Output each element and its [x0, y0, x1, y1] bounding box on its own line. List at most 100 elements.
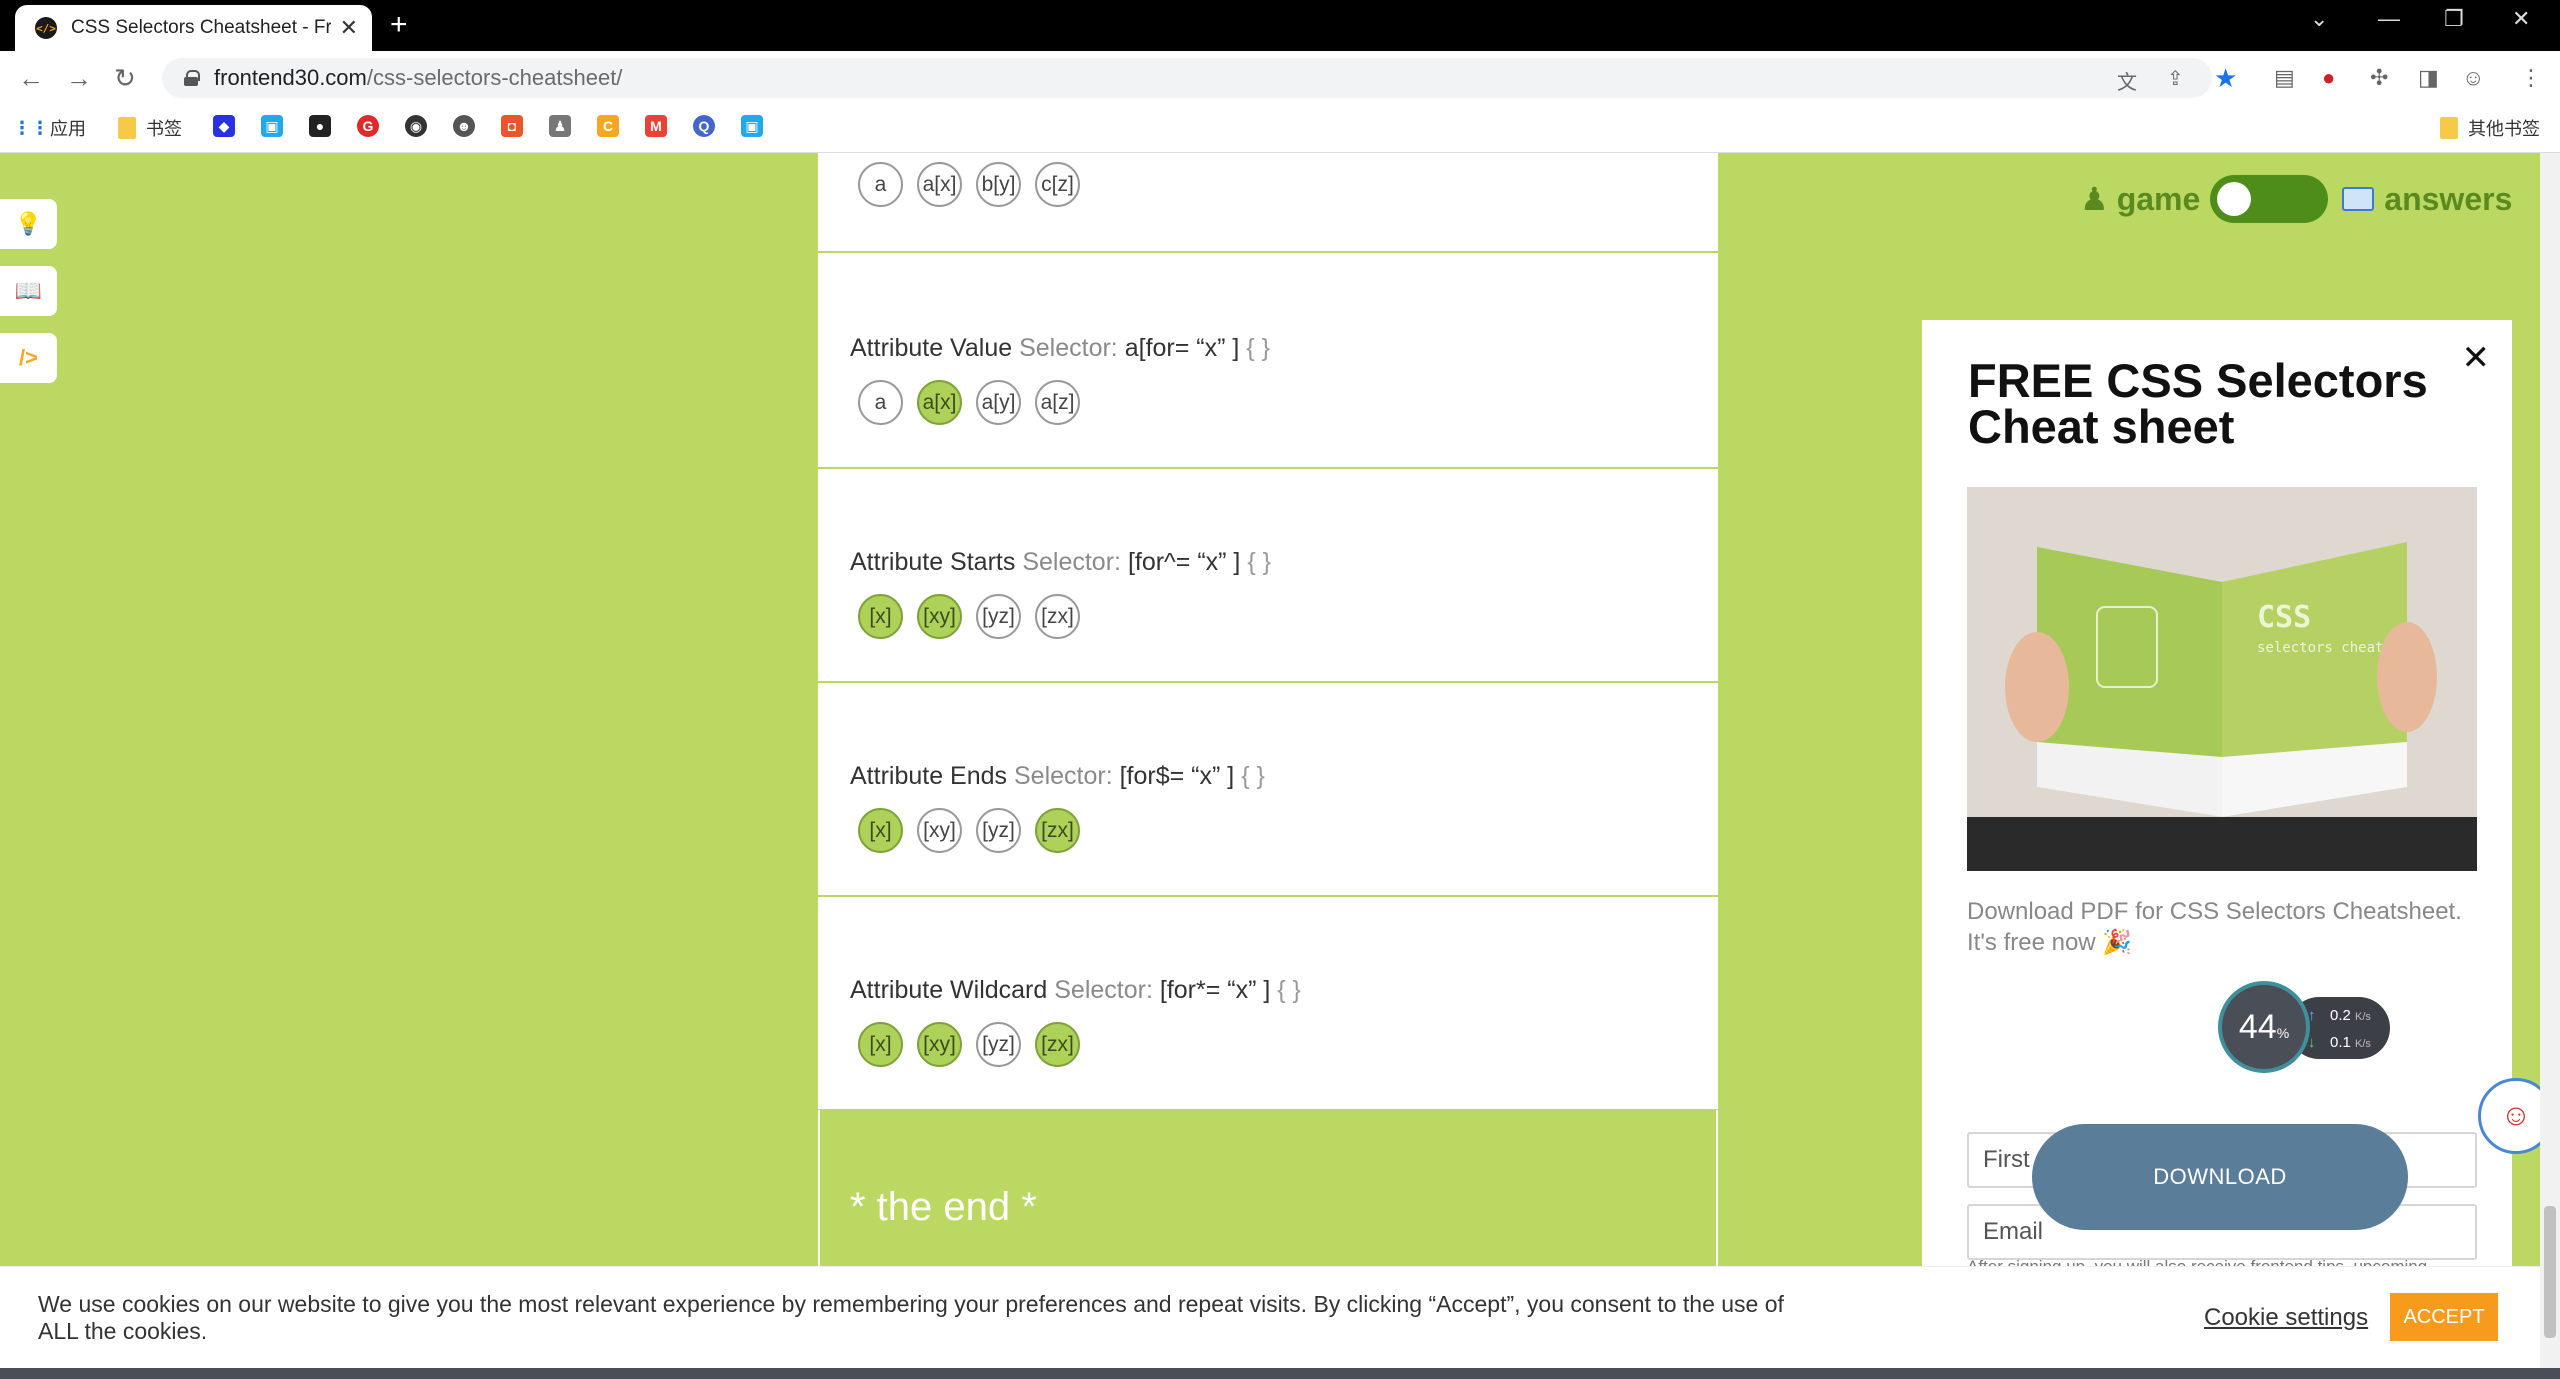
- github-icon[interactable]: ●: [309, 115, 331, 137]
- download-button[interactable]: DOWNLOAD: [2032, 1124, 2408, 1230]
- translate-icon[interactable]: 文: [2117, 66, 2137, 95]
- selector-chip[interactable]: [yz]: [976, 808, 1021, 853]
- selector-title: Attribute Wildcard Selector: [for*= “x” …: [850, 976, 1301, 1005]
- selector-name: Attribute Value: [850, 334, 1013, 362]
- baidu-icon[interactable]: ◆: [213, 115, 235, 137]
- bookmark-eye-icon[interactable]: ◉: [405, 115, 427, 137]
- book-illustration: CSS selectors cheatsheet: [1967, 487, 2477, 871]
- side-panel-icon[interactable]: ◨: [2418, 65, 2439, 91]
- profile-avatar-icon[interactable]: ☺: [2462, 65, 2484, 91]
- tab-search-chevron-icon[interactable]: ⌄: [2310, 6, 2328, 32]
- lock-icon[interactable]: [184, 70, 200, 86]
- selector-chip[interactable]: b[y]: [976, 162, 1021, 207]
- selector-code: [for^= “x” ]: [1127, 548, 1241, 576]
- open-book-icon: 📖: [14, 278, 43, 303]
- selector-title: Attribute Value Selector: a[for= “x” ] {…: [850, 334, 1270, 363]
- chip-row: [x] [xy] [yz] [zx]: [858, 808, 1080, 853]
- back-arrow-icon[interactable]: ←: [18, 63, 44, 94]
- bookmark-g-icon[interactable]: G: [357, 115, 379, 137]
- bilibili-tv-icon[interactable]: ▣: [741, 115, 763, 137]
- selector-chip[interactable]: a[x]: [917, 162, 962, 207]
- selector-chip[interactable]: [x]: [858, 594, 903, 639]
- forward-arrow-icon[interactable]: →: [66, 63, 92, 94]
- minimize-icon[interactable]: —: [2378, 6, 2400, 32]
- page-content: 💡 📖 /> ♟ game answers a a[x] b[y] c[z] Attri…: [0, 153, 2560, 1379]
- browser-tab[interactable]: </> CSS Selectors Cheatsheet - Fro ✕: [15, 5, 372, 51]
- bilibili-icon[interactable]: ▣: [261, 115, 283, 137]
- cookie-message: We use cookies on our website to give yo…: [38, 1291, 1784, 1344]
- modal-close-icon[interactable]: ✕: [2462, 338, 2491, 378]
- other-bookmarks-label: 其他书签: [2468, 119, 2540, 139]
- gmail-icon[interactable]: M: [645, 115, 667, 137]
- extension-adblock-icon[interactable]: ●: [2322, 65, 2335, 91]
- selector-chip[interactable]: [x]: [858, 808, 903, 853]
- browser-menu-icon[interactable]: ⋮: [2520, 65, 2542, 91]
- selector-braces: { }: [1277, 976, 1301, 1004]
- selector-chip[interactable]: a[x]: [917, 380, 962, 425]
- bookmark-c-icon[interactable]: C: [597, 115, 619, 137]
- selector-suffix: Selector:: [1019, 334, 1118, 362]
- answers-label: answers: [2342, 181, 2512, 218]
- apps-grid-icon: ⋮⋮: [13, 117, 49, 138]
- code-side-button[interactable]: />: [0, 333, 57, 383]
- selector-chip[interactable]: a: [858, 380, 903, 425]
- accept-button[interactable]: ACCEPT: [2390, 1293, 2498, 1341]
- selector-chip[interactable]: c[z]: [1035, 162, 1080, 207]
- tab-title: CSS Selectors Cheatsheet - Fro: [71, 17, 331, 38]
- selector-chip[interactable]: a[z]: [1035, 380, 1080, 425]
- restore-icon[interactable]: ❐: [2444, 6, 2464, 32]
- bookmark-star-icon[interactable]: ★: [2214, 63, 2237, 94]
- bookmark-apps[interactable]: ⋮⋮ 应用: [13, 115, 86, 141]
- bookmarks-bar: ⋮⋮ 应用 书签 ◆ ▣ ● G ◉ ☻ ◘ ♟ C M Q ▣ 其他书签: [0, 105, 2560, 153]
- selector-chip[interactable]: [xy]: [917, 808, 962, 853]
- new-tab-icon[interactable]: +: [390, 8, 408, 42]
- bookmark-folder[interactable]: 书签: [118, 115, 182, 141]
- game-label: ♟ game: [2080, 180, 2200, 218]
- other-bookmarks[interactable]: 其他书签: [2440, 115, 2540, 141]
- selector-chip[interactable]: [xy]: [917, 1022, 962, 1067]
- cookie-settings-link[interactable]: Cookie settings: [2204, 1304, 2368, 1332]
- selector-braces: { }: [1247, 548, 1271, 576]
- share-icon[interactable]: ⇪: [2167, 66, 2184, 91]
- chip-row: a a[x] b[y] c[z]: [858, 162, 1080, 207]
- selector-title: Attribute Ends Selector: [for$= “x” ] { …: [850, 762, 1265, 791]
- selector-braces: { }: [1241, 762, 1265, 790]
- selector-chip[interactable]: [zx]: [1035, 1022, 1080, 1067]
- upload-rate: 0.2: [2330, 1007, 2351, 1024]
- selector-card: Attribute Starts Selector: [for^= “x” ] …: [818, 469, 1718, 683]
- scrollbar-thumb[interactable]: [2544, 1206, 2556, 1338]
- selector-card: Attribute Wildcard Selector: [for*= “x” …: [818, 897, 1718, 1111]
- cpu-percent-gauge: 44%: [2218, 981, 2310, 1073]
- url-path: /css-selectors-cheatsheet/: [366, 65, 623, 90]
- reading-list-icon[interactable]: ▤: [2274, 65, 2295, 91]
- selector-card: Attribute Ends Selector: [for$= “x” ] { …: [818, 683, 1718, 897]
- bookmark-face-icon[interactable]: ☻: [453, 115, 475, 137]
- extensions-puzzle-icon[interactable]: ✣: [2370, 65, 2388, 91]
- reload-icon[interactable]: ↻: [114, 63, 136, 94]
- bookmark-cat-icon[interactable]: ◘: [501, 115, 523, 137]
- selector-chip[interactable]: [yz]: [976, 1022, 1021, 1067]
- tip-bulb-button[interactable]: 💡: [0, 199, 57, 249]
- chip-row: [x] [xy] [yz] [zx]: [858, 1022, 1080, 1067]
- selector-chip[interactable]: a[y]: [976, 380, 1021, 425]
- selector-chip[interactable]: [yz]: [976, 594, 1021, 639]
- selector-chip[interactable]: a: [858, 162, 903, 207]
- selector-chip[interactable]: [xy]: [917, 594, 962, 639]
- game-answers-toggle[interactable]: [2210, 175, 2329, 223]
- selector-chip[interactable]: [x]: [858, 1022, 903, 1067]
- selector-name: Attribute Ends: [850, 762, 1008, 790]
- selector-name: Attribute Starts: [850, 548, 1016, 576]
- answers-side-button[interactable]: 📖: [0, 266, 57, 316]
- percent-value: 44: [2238, 1007, 2277, 1046]
- selector-code: a[for= “x” ]: [1124, 334, 1240, 362]
- selector-chip[interactable]: [zx]: [1035, 808, 1080, 853]
- bookmark-figure-icon[interactable]: ♟: [549, 115, 571, 137]
- url-field[interactable]: frontend30.com/css-selectors-cheatsheet/…: [162, 58, 2212, 98]
- page-scrollbar[interactable]: [2540, 153, 2560, 1368]
- tab-close-icon[interactable]: ✕: [340, 15, 358, 41]
- network-speed-widget[interactable]: ↑ 0.2 K/s ↓ 0.1 K/s 44%: [2218, 981, 2398, 1075]
- taskbar-edge: [0, 1368, 2560, 1379]
- bookmark-q-icon[interactable]: Q: [693, 115, 715, 137]
- window-close-icon[interactable]: ✕: [2512, 6, 2530, 32]
- selector-chip[interactable]: [zx]: [1035, 594, 1080, 639]
